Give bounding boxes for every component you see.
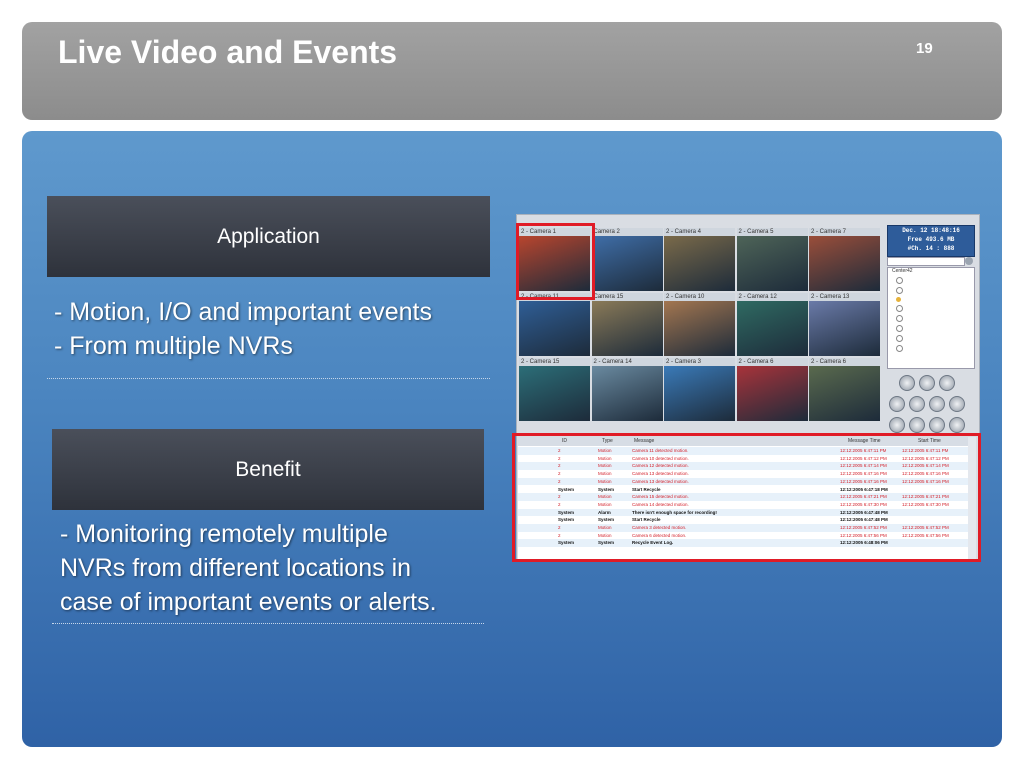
divider — [52, 623, 484, 624]
page-number: 19 — [916, 40, 933, 57]
application-line: - From multiple NVRs — [54, 332, 293, 360]
camera-label: 2 - Camera 7 — [809, 228, 880, 236]
server-select[interactable] — [887, 257, 965, 266]
capture-button[interactable] — [939, 375, 955, 391]
camera-image — [736, 236, 808, 291]
camera-view[interactable]: Camera 15 — [591, 293, 663, 356]
benefit-heading: Benefit — [235, 457, 301, 481]
content-panel: Application - Motion, I/O and important … — [22, 131, 1002, 747]
camera-label: Camera 15 — [591, 293, 663, 301]
camera-image — [591, 236, 663, 291]
camera-view[interactable]: 2 - Camera 3 — [664, 358, 735, 421]
camera-label: 2 - Camera 3 — [664, 358, 735, 366]
camera-view[interactable]: 2 - Camera 13 — [809, 293, 880, 356]
forward-button[interactable] — [909, 417, 925, 433]
refresh-button[interactable] — [929, 417, 945, 433]
tree-root[interactable]: Center42 — [892, 268, 974, 275]
benefit-line: case of important events or alerts. — [60, 588, 437, 616]
slide-title: Live Video and Events — [58, 34, 398, 70]
application-line: - Motion, I/O and important events — [54, 298, 432, 326]
camera-image — [591, 301, 663, 356]
tools-button[interactable] — [949, 396, 965, 412]
camera-view[interactable]: 2 - Camera 4 — [664, 228, 735, 291]
camera-label: 2 - Camera 12 — [736, 293, 808, 301]
camera-view[interactable]: 2 - Camera 14 — [591, 358, 663, 421]
camera-view[interactable]: 2 - Camera 15 — [519, 358, 590, 421]
clock-line: Dec. 12 18:48:16 — [902, 227, 960, 234]
camera-view[interactable]: 2 - Camera 5 — [736, 228, 808, 291]
back-button[interactable] — [889, 417, 905, 433]
application-text: - Motion, I/O and important events - Fro… — [54, 295, 432, 363]
camera-image — [809, 366, 880, 421]
benefit-line: NVRs from different locations in — [60, 554, 412, 582]
benefit-box: Benefit — [52, 429, 484, 510]
camera-image — [664, 366, 735, 421]
application-box: Application — [47, 196, 490, 277]
camera-image — [664, 301, 735, 356]
camera-image — [736, 301, 808, 356]
camera-view[interactable]: Camera 2 — [591, 228, 663, 291]
benefit-text: - Monitoring remotely multiple NVRs from… — [60, 517, 437, 619]
layout-button[interactable] — [899, 375, 915, 391]
benefit-line: - Monitoring remotely multiple — [60, 520, 388, 548]
camera-label: 2 - Camera 14 — [591, 358, 663, 366]
highlight-events — [512, 433, 981, 562]
camera-label: 2 - Camera 13 — [809, 293, 880, 301]
divider — [47, 378, 490, 379]
log-button[interactable] — [929, 396, 945, 412]
camera-image — [809, 236, 880, 291]
camera-image — [736, 366, 808, 421]
camera-image — [519, 301, 590, 356]
camera-label: 2 - Camera 6 — [736, 358, 808, 366]
camera-view[interactable]: 2 - Camera 6 — [736, 358, 808, 421]
camera-image — [591, 366, 663, 421]
camera-label: 2 - Camera 10 — [664, 293, 735, 301]
power-button[interactable] — [949, 417, 965, 433]
camera-view[interactable]: 2 - Camera 10 — [664, 293, 735, 356]
settings-button[interactable] — [909, 396, 925, 412]
camera-label: 2 - Camera 6 — [809, 358, 880, 366]
playback-button[interactable] — [919, 375, 935, 391]
highlight-camera — [516, 223, 595, 300]
application-heading: Application — [217, 224, 320, 248]
camera-image — [664, 236, 735, 291]
clock-line: #Ch. 14 : 888 — [907, 245, 955, 252]
camera-view[interactable]: 2 - Camera 7 — [809, 228, 880, 291]
camera-view[interactable]: 2 - Camera 12 — [736, 293, 808, 356]
camera-image — [809, 301, 880, 356]
camera-image — [519, 366, 590, 421]
camera-label: Camera 2 — [591, 228, 663, 236]
tree-items — [896, 277, 903, 352]
camera-label: 2 - Camera 5 — [736, 228, 808, 236]
camera-label: 2 - Camera 15 — [519, 358, 590, 366]
grid-view-button[interactable] — [889, 396, 905, 412]
camera-view[interactable]: 2 - Camera 6 — [809, 358, 880, 421]
camera-label: 2 - Camera 4 — [664, 228, 735, 236]
device-tree[interactable]: Center42 — [887, 267, 975, 369]
search-icon[interactable] — [965, 257, 973, 265]
camera-view[interactable]: 2 - Camera 11 — [519, 293, 590, 356]
clock-line: Free 493.6 MB — [907, 236, 955, 243]
clock-panel: Dec. 12 18:48:16 Free 493.6 MB #Ch. 14 :… — [887, 225, 975, 257]
